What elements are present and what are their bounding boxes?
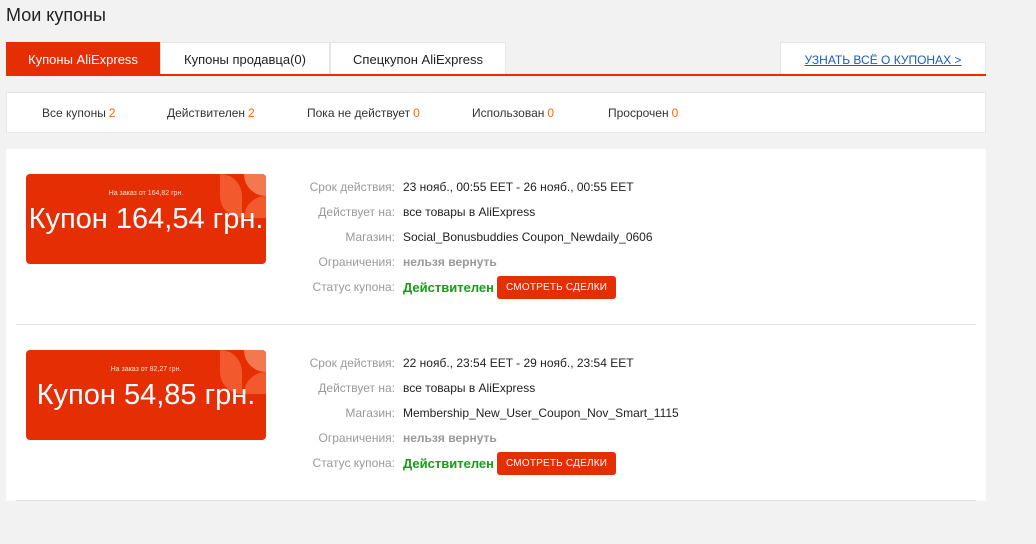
filter-label: Пока не действует — [307, 106, 411, 120]
applies-value: все товары в AliExpress — [403, 205, 536, 219]
limits-label: Ограничения: — [318, 255, 395, 269]
store-label: Магазин: — [345, 230, 395, 244]
coupon-ticket: На заказ от 82,27 грн. Купон 54,85 грн. — [26, 350, 266, 440]
filter-expired[interactable]: Просрочен 0 — [608, 93, 678, 132]
validity-label: Срок действия: — [309, 356, 395, 370]
store-value: Membership_New_User_Coupon_Nov_Smart_111… — [403, 406, 679, 420]
min-order-text: На заказ от 82,27 грн. — [110, 366, 182, 373]
filter-count: 0 — [671, 106, 679, 120]
filter-all[interactable]: Все купоны 2 — [42, 93, 116, 132]
coupon-ticket: На заказ от 164,82 грн. Купон 164,54 грн… — [26, 174, 266, 264]
view-deals-button[interactable]: СМОТРЕТЬ СДЕЛКИ — [497, 452, 617, 475]
validity-label: Срок действия: — [309, 180, 395, 194]
store-label: Магазин: — [345, 406, 395, 420]
coupon-card: На заказ от 164,82 грн. Купон 164,54 грн… — [16, 149, 976, 325]
tab-seller-coupons[interactable]: Купоны продавца(0) — [160, 42, 330, 74]
applies-label: Действует на: — [318, 205, 395, 219]
applies-label: Действует на: — [318, 381, 395, 395]
limits-value: нельзя вернуть — [403, 255, 497, 269]
limits-label: Ограничения: — [318, 431, 395, 445]
learn-about-coupons-link[interactable]: УЗНАТЬ ВСЁ О КУПОНАХ > — [780, 42, 986, 74]
status-value: Действителен — [403, 456, 494, 471]
filter-count: 2 — [248, 106, 255, 120]
filter-not-yet-active[interactable]: Пока не действует 0 — [307, 93, 420, 132]
validity-value: 23 нояб., 00:55 EET - 26 нояб., 00:55 EE… — [403, 180, 634, 194]
coupon-card: На заказ от 82,27 грн. Купон 54,85 грн. … — [16, 325, 976, 501]
min-order-text: На заказ от 164,82 грн. — [108, 190, 184, 197]
tab-special-coupon[interactable]: Спецкупон AliExpress — [330, 42, 506, 74]
status-label: Статус купона: — [312, 280, 395, 294]
filter-count: 0 — [413, 106, 420, 120]
filter-count: 0 — [547, 106, 555, 120]
status-value: Действителен — [403, 280, 494, 295]
applies-value: все товары в AliExpress — [403, 381, 536, 395]
limits-value: нельзя вернуть — [403, 431, 497, 445]
tab-aliexpress-coupons[interactable]: Купоны AliExpress — [6, 42, 160, 74]
filter-label: Действителен — [167, 106, 246, 120]
filter-label: Использован — [472, 106, 545, 120]
coupon-amount: Купон 164,54 грн. — [28, 203, 264, 235]
filter-count: 2 — [108, 106, 116, 120]
filter-label: Все купоны — [42, 106, 106, 120]
coupon-list: На заказ от 164,82 грн. Купон 164,54 грн… — [6, 149, 986, 501]
coupon-amount: Купон 54,85 грн. — [36, 379, 256, 411]
status-label: Статус купона: — [312, 456, 395, 470]
store-value: Social_Bonusbuddies Coupon_Newdaily_0606 — [403, 230, 653, 244]
coupon-tabs: Купоны AliExpress Купоны продавца(0) Спе… — [6, 42, 986, 76]
view-deals-button[interactable]: СМОТРЕТЬ СДЕЛКИ — [497, 276, 617, 299]
status-filter-bar: Все купоны 2 Действителен 2 Пока не действ… — [6, 92, 986, 133]
filter-valid[interactable]: Действителен 2 — [167, 93, 255, 132]
filter-used[interactable]: Использован 0 — [472, 93, 554, 132]
filter-label: Просрочен — [608, 106, 669, 120]
page-title: Мои купоны — [6, 5, 106, 25]
validity-value: 22 нояб., 23:54 EET - 29 нояб., 23:54 EE… — [403, 356, 634, 370]
